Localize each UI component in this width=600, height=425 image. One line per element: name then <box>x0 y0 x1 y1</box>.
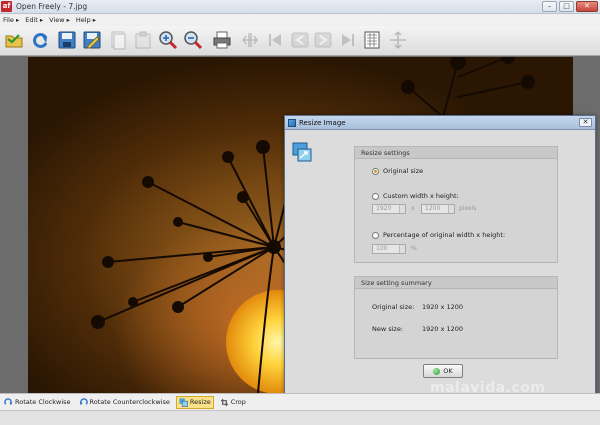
new-size-summary-label: New size: <box>372 325 404 333</box>
resize-label: Resize <box>189 398 211 406</box>
dialog-close-button[interactable]: ✕ <box>579 118 592 127</box>
resize-settings-header: Resize settings <box>355 147 557 159</box>
menu-view[interactable]: View ▸ <box>49 16 70 24</box>
rotate-counterclockwise-label: Rotate Counterclockwise <box>89 398 170 406</box>
toolbar <box>0 26 600 56</box>
close-button[interactable]: ✕ <box>576 1 598 12</box>
height-spin-arrows[interactable] <box>448 205 454 213</box>
window-title: Open Freely - 7.jpg <box>16 2 88 11</box>
menu-bar: File ▸ Edit ▸ View ▸ Help ▸ <box>0 14 600 26</box>
custom-size-label: Custom width x height: <box>383 192 459 200</box>
size-summary-header: Size setting summary <box>355 277 557 289</box>
save-icon[interactable] <box>57 30 77 50</box>
previous-icon[interactable] <box>290 30 310 50</box>
first-icon[interactable] <box>266 30 286 50</box>
original-size-radio[interactable] <box>372 167 379 175</box>
watermark: malavida.com <box>430 380 546 396</box>
rotate-counterclockwise-button[interactable]: Rotate Counterclockwise <box>77 396 172 409</box>
maximize-button[interactable]: □ <box>559 1 574 12</box>
resize-button[interactable]: Resize <box>175 395 214 409</box>
percentage-option[interactable]: Percentage of original width x height: <box>372 231 505 239</box>
width-value: 1920 <box>376 205 392 212</box>
resize-image-icon <box>292 142 312 162</box>
height-stepper[interactable]: 1200 <box>421 204 455 214</box>
print-icon[interactable] <box>212 30 232 50</box>
title-bar: af Open Freely - 7.jpg – □ ✕ <box>0 0 600 14</box>
height-value: 1200 <box>425 205 441 212</box>
size-summary-group: Size setting summary Original size: 1920… <box>354 276 558 359</box>
menu-help[interactable]: Help ▸ <box>76 16 96 24</box>
fullscreen-icon[interactable] <box>388 30 408 50</box>
ok-check-icon <box>433 367 441 375</box>
resize-image-dialog: Resize Image ✕ Resize settings Original … <box>284 115 596 395</box>
rotate-clockwise-button[interactable]: Rotate Clockwise <box>2 396 73 409</box>
crop-label: Crop <box>230 398 246 406</box>
minimize-button[interactable]: – <box>542 1 557 12</box>
copy-icon[interactable] <box>108 30 128 50</box>
paste-icon[interactable] <box>133 30 153 50</box>
crop-icon <box>220 398 228 406</box>
window-controls: – □ ✕ <box>542 1 598 12</box>
resize-settings-group: Resize settings Original size Custom wid… <box>354 146 558 263</box>
next-icon[interactable] <box>313 30 333 50</box>
percentage-value: 100 <box>376 245 388 252</box>
x-label: x <box>411 205 415 212</box>
status-bar <box>0 410 600 425</box>
fit-icon[interactable] <box>240 30 260 50</box>
percentage-stepper[interactable]: 100 <box>372 244 406 254</box>
refresh-icon[interactable] <box>30 30 50 50</box>
original-size-option[interactable]: Original size <box>372 167 423 175</box>
width-stepper[interactable]: 1920 <box>372 204 406 214</box>
rotate-counterclockwise-icon <box>79 397 88 405</box>
rotate-clockwise-label: Rotate Clockwise <box>15 398 71 406</box>
original-size-summary-label: Original size: <box>372 303 415 311</box>
percentage-label: Percentage of original width x height: <box>383 231 506 239</box>
edit-save-icon[interactable] <box>82 30 102 50</box>
zoom-out-icon[interactable] <box>183 30 203 50</box>
resize-icon <box>288 119 296 127</box>
custom-size-option[interactable]: Custom width x height: <box>372 192 459 200</box>
menu-file[interactable]: File ▸ <box>3 16 19 24</box>
resize-button-icon <box>179 397 188 407</box>
new-size-summary-value: 1920 x 1200 <box>422 325 464 333</box>
thumbnails-icon[interactable] <box>362 30 382 50</box>
original-size-summary-value: 1920 x 1200 <box>422 303 464 311</box>
ok-button[interactable]: OK <box>423 364 463 378</box>
ok-label: OK <box>443 367 453 375</box>
percentage-radio[interactable] <box>372 231 379 239</box>
app-logo-icon: af <box>1 1 12 12</box>
percent-sign: % <box>411 245 417 252</box>
dialog-title: Resize Image <box>299 119 346 127</box>
last-icon[interactable] <box>337 30 357 50</box>
custom-size-radio[interactable] <box>372 192 379 200</box>
rotate-clockwise-icon <box>4 397 13 405</box>
menu-edit[interactable]: Edit ▸ <box>25 16 43 24</box>
original-size-label: Original size <box>383 167 424 175</box>
crop-button[interactable]: Crop <box>218 396 248 409</box>
zoom-in-icon[interactable] <box>158 30 178 50</box>
pixels-label: pixels <box>459 205 477 212</box>
percentage-spin-arrows[interactable] <box>399 245 405 253</box>
width-spin-arrows[interactable] <box>399 205 405 213</box>
dialog-title-bar: Resize Image ✕ <box>285 116 595 130</box>
open-folder-icon[interactable] <box>4 30 24 50</box>
